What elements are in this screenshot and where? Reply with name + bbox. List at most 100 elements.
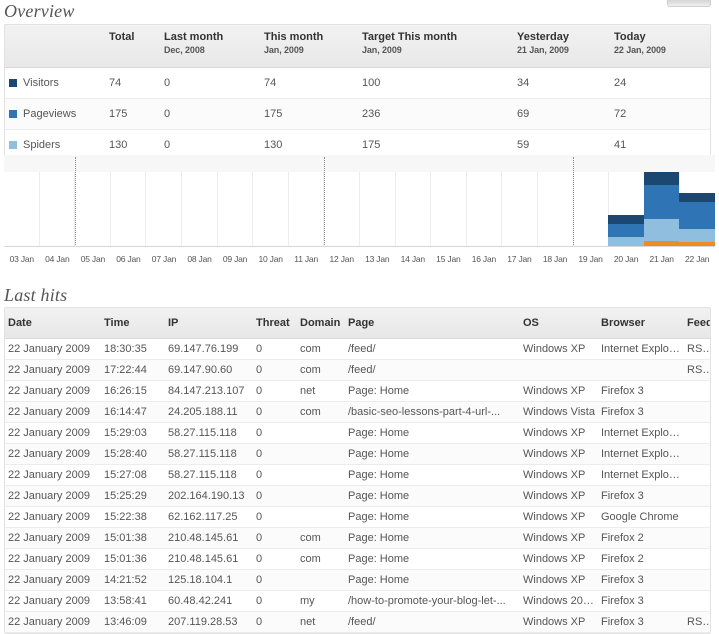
hits-cell-time: 15:29:03: [101, 423, 165, 444]
table-row[interactable]: 22 January 200914:21:52125.18.104.10Page…: [5, 570, 711, 591]
hits-cell-domain: com: [297, 402, 345, 423]
hits-cell-os: Windows 2000: [520, 591, 598, 612]
chart-bar-slot[interactable]: [502, 155, 538, 247]
table-row[interactable]: 22 January 200916:14:4724.205.188.110com…: [5, 402, 711, 423]
overview-col-target-sub: Jan, 2009: [362, 45, 509, 55]
table-row[interactable]: 22 January 200915:25:29202.164.190.130Pa…: [5, 486, 711, 507]
hits-cell-ip: 69.147.76.199: [165, 339, 253, 360]
hits-cell-os: [520, 360, 598, 381]
hits-cell-browser: Firefox 3: [598, 402, 684, 423]
table-row[interactable]: 22 January 200915:01:38210.48.145.610com…: [5, 528, 711, 549]
hits-col-date[interactable]: Date: [5, 308, 101, 339]
hits-cell-time: 15:01:38: [101, 528, 165, 549]
hits-cell-date: 22 January 2009: [5, 549, 101, 570]
hits-cell-time: 17:22:44: [101, 360, 165, 381]
hits-cell-page: /feed/: [345, 360, 520, 381]
chart-bar-slot[interactable]: [537, 155, 573, 247]
chart-bar-slot[interactable]: [146, 155, 182, 247]
table-row[interactable]: 22 January 200917:22:4469.147.90.600com/…: [5, 360, 711, 381]
hits-cell-threat: 0: [253, 444, 297, 465]
overview-col-target[interactable]: Target This month Jan, 2009: [358, 25, 513, 68]
chart-bar-slot[interactable]: [466, 155, 502, 247]
hits-col-time[interactable]: Time: [101, 308, 165, 339]
table-row[interactable]: 22 January 200918:30:3569.147.76.1990com…: [5, 339, 711, 360]
collapse-panel-button[interactable]: [667, 0, 711, 7]
chart-bar-slot[interactable]: [4, 155, 40, 247]
overview-today-cell: 24: [610, 68, 710, 99]
last-hits-panel: Date Time IP Threat Domain Page OS Brows…: [4, 307, 711, 634]
chart-x-tick-label: 15 Jan: [431, 248, 467, 270]
overview-col-last-month[interactable]: Last month Dec, 2008: [160, 25, 260, 68]
chart-x-tick-label: 22 Jan: [679, 248, 715, 270]
hits-cell-time: 13:58:41: [101, 591, 165, 612]
overview-col-yesterday[interactable]: Yesterday 21 Jan, 2009: [513, 25, 610, 68]
chart-bar-slot[interactable]: [644, 155, 680, 247]
chart-bar-slot[interactable]: [111, 155, 147, 247]
table-row[interactable]: 22 January 200915:27:0858.27.115.1180Pag…: [5, 465, 711, 486]
chart-bar-slot[interactable]: [217, 155, 253, 247]
hits-cell-feed: RSS2: [684, 339, 711, 360]
chart-bar-slot[interactable]: [608, 155, 644, 247]
last-hits-header-row: Date Time IP Threat Domain Page OS Brows…: [5, 308, 711, 339]
hits-cell-domain: [297, 444, 345, 465]
chart-bar-segment: [679, 202, 715, 229]
hits-cell-ip: 58.27.115.118: [165, 465, 253, 486]
overview-this-month-cell: 175: [260, 99, 358, 130]
hits-cell-domain: [297, 507, 345, 528]
chart-week-divider: [324, 157, 325, 247]
hits-col-page[interactable]: Page: [345, 308, 520, 339]
hits-cell-ip: 207.119.28.53: [165, 612, 253, 633]
table-row[interactable]: 22 January 200913:46:09207.119.28.530net…: [5, 612, 711, 633]
hits-cell-date: 22 January 2009: [5, 507, 101, 528]
chart-bar-slot[interactable]: [40, 155, 76, 247]
hits-col-ip[interactable]: IP: [165, 308, 253, 339]
chart-x-tick-label: 17 Jan: [502, 248, 538, 270]
hits-cell-ip: 58.27.115.118: [165, 444, 253, 465]
hits-cell-page: Page: Home: [345, 528, 520, 549]
table-row[interactable]: 22 January 200915:01:36210.48.145.610com…: [5, 549, 711, 570]
chart-bar-slot[interactable]: [359, 155, 395, 247]
hits-cell-date: 22 January 2009: [5, 465, 101, 486]
hits-cell-domain: com: [297, 339, 345, 360]
table-row[interactable]: 22 January 200915:29:0358.27.115.1180Pag…: [5, 423, 711, 444]
hits-col-os[interactable]: OS: [520, 308, 598, 339]
hits-cell-browser: Firefox 3: [598, 486, 684, 507]
overview-col-total[interactable]: Total: [105, 25, 160, 68]
hits-cell-page: Page: Home: [345, 423, 520, 444]
hits-cell-page: /feed/: [345, 339, 520, 360]
chart-x-tick-label: 11 Jan: [288, 248, 324, 270]
hits-cell-threat: 0: [253, 528, 297, 549]
table-row[interactable]: 22 January 200915:22:3862.162.117.250Pag…: [5, 507, 711, 528]
overview-metric-label: Pageviews: [23, 108, 76, 120]
hits-cell-os: Windows XP: [520, 465, 598, 486]
hits-cell-feed: [684, 465, 711, 486]
chart-bar-segment: [644, 172, 680, 185]
chart-bar-slot[interactable]: [431, 155, 467, 247]
chart-bar-slot[interactable]: [253, 155, 289, 247]
hits-cell-feed: [684, 549, 711, 570]
chart-plot-area: [4, 155, 715, 247]
hits-col-domain[interactable]: Domain: [297, 308, 345, 339]
chart-bar-slot[interactable]: [182, 155, 218, 247]
hits-col-threat[interactable]: Threat: [253, 308, 297, 339]
chart-bar-slot[interactable]: [573, 155, 609, 247]
hits-cell-browser: [598, 360, 684, 381]
chart-bar-slot[interactable]: [679, 155, 715, 247]
hits-col-feed[interactable]: Feed: [684, 308, 711, 339]
overview-col-today[interactable]: Today 22 Jan, 2009: [610, 25, 710, 68]
chart-x-tick-label: 10 Jan: [253, 248, 289, 270]
table-row[interactable]: 22 January 200915:28:4058.27.115.1180Pag…: [5, 444, 711, 465]
hits-cell-threat: 0: [253, 486, 297, 507]
hits-cell-ip: 202.164.190.13: [165, 486, 253, 507]
hits-col-browser[interactable]: Browser: [598, 308, 684, 339]
table-row[interactable]: 22 January 200913:58:4160.48.42.2410my/h…: [5, 591, 711, 612]
chart-bar-slot[interactable]: [324, 155, 360, 247]
table-row[interactable]: 22 January 200916:26:1584.147.213.1070ne…: [5, 381, 711, 402]
overview-total-cell: 175: [105, 99, 160, 130]
overview-col-this-month-label: This month: [264, 31, 323, 43]
chart-x-tick-label: 13 Jan: [359, 248, 395, 270]
overview-col-this-month[interactable]: This month Jan, 2009: [260, 25, 358, 68]
chart-bar-slot[interactable]: [75, 155, 111, 247]
chart-bar-slot[interactable]: [395, 155, 431, 247]
chart-bar-slot[interactable]: [288, 155, 324, 247]
